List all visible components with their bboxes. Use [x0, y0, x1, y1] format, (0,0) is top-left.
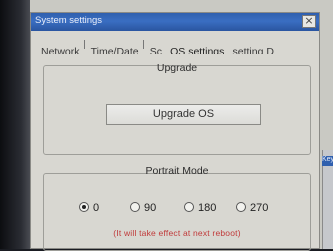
radio-270-label: 270	[250, 202, 269, 214]
tab-network[interactable]: Network	[41, 45, 80, 54]
radio-dot-icon	[184, 202, 194, 213]
settings-tabs: Network Time/Date Sc OS settings setting…	[41, 40, 307, 54]
radio-dot-icon	[130, 202, 140, 213]
close-button[interactable]: ×	[302, 15, 316, 28]
tab-setting-d[interactable]: setting D	[232, 45, 273, 54]
radio-90[interactable]: 90	[130, 199, 156, 217]
tab-divider	[83, 40, 85, 49]
upgrade-group-title: Upgrade	[156, 62, 198, 74]
tab-screen[interactable]: Sc	[150, 45, 162, 54]
tab-divider	[142, 40, 144, 49]
reboot-notice: (It will take effect at next reboot)	[113, 228, 241, 238]
system-settings-window: System settings × Network Time/Date Sc O…	[30, 12, 320, 251]
portrait-mode-title: Portrait Mode	[145, 165, 209, 177]
radio-180-label: 180	[198, 202, 217, 214]
radio-90-label: 90	[144, 202, 157, 214]
onscreen-keyboard-title: Key	[322, 156, 333, 166]
radio-270[interactable]: 270	[236, 199, 268, 217]
upgrade-group: Upgrade Upgrade OS	[43, 62, 311, 155]
radio-dot-icon	[236, 202, 246, 213]
portrait-mode-group: Portrait Mode 0 90 180 270 (It will take…	[43, 165, 311, 251]
portrait-radio-group: 0 90 180 270	[79, 199, 309, 217]
radio-0-label: 0	[93, 202, 100, 214]
window-title: System settings	[35, 15, 103, 26]
radio-180[interactable]: 180	[184, 199, 216, 217]
upgrade-os-button[interactable]: Upgrade OS	[106, 104, 261, 125]
radio-0[interactable]: 0	[79, 199, 99, 217]
monitor-bezel	[0, 0, 30, 249]
tab-time-date[interactable]: Time/Date	[91, 45, 139, 54]
window-titlebar[interactable]: System settings ×	[31, 13, 319, 31]
tab-os-settings[interactable]: OS settings	[170, 45, 224, 54]
radio-dot-icon	[79, 202, 89, 213]
